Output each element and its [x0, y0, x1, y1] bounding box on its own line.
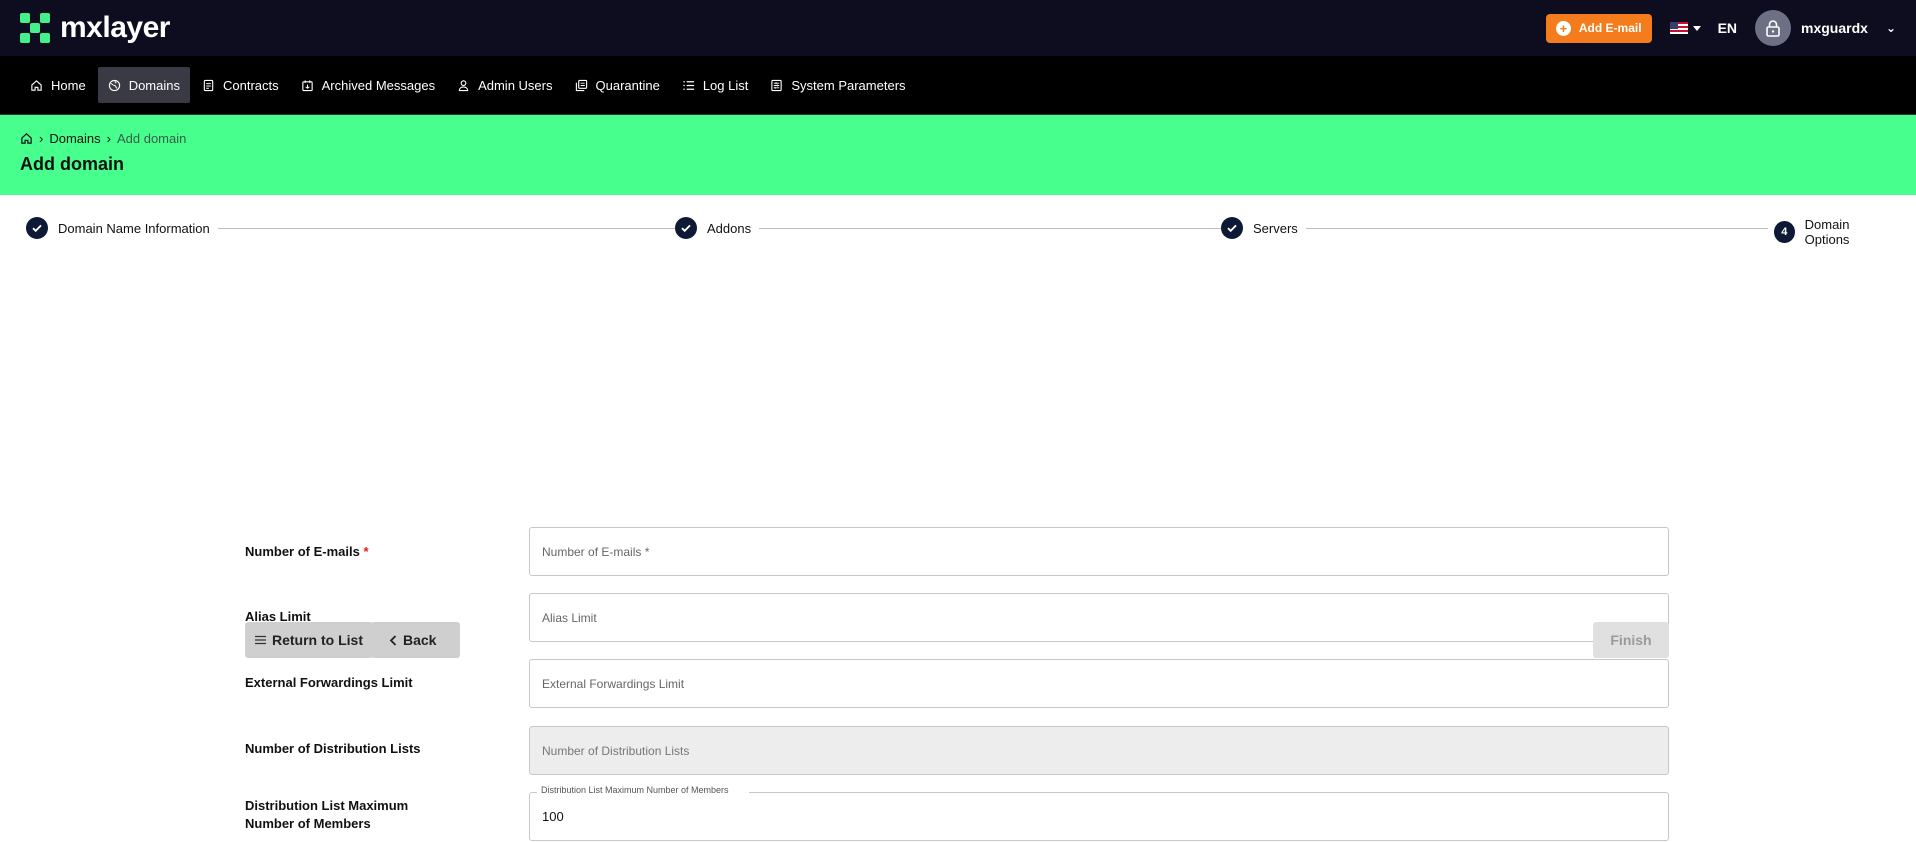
step-connector — [210, 228, 676, 229]
finish-button[interactable]: Finish — [1593, 622, 1669, 658]
logo-mark-icon — [20, 13, 50, 43]
step-connector — [1304, 228, 1790, 229]
form-row-distribution-members: Distribution List Maximum Number of Memb… — [245, 785, 1669, 842]
nav-item-home[interactable]: Home — [20, 67, 96, 103]
field-label: Distribution List Maximum Number of Memb… — [245, 797, 408, 833]
step-label: Servers — [1253, 220, 1298, 236]
language-selector[interactable]: EN — [1669, 20, 1738, 36]
language-code: EN — [1717, 20, 1738, 36]
back-button[interactable]: Back — [371, 622, 460, 658]
nav-item-admin-users[interactable]: Admin Users — [447, 67, 562, 103]
breadcrumb-separator-icon: › — [39, 131, 44, 146]
nav-item-label: Domains — [128, 77, 180, 93]
wizard-stepper: Domain Name Information Addons Servers 4… — [24, 195, 1892, 259]
step-label: Domain Options — [1804, 217, 1850, 247]
breadcrumb-domains-link[interactable]: Domains — [49, 131, 100, 146]
floating-label: Distribution List Maximum Number of Memb… — [537, 785, 749, 795]
form-row-emails: Number of E-mails * Number of E-mails * — [245, 527, 1669, 577]
logo-text: mxlayer — [60, 11, 170, 44]
form-actions: Return to List Back Finish — [245, 622, 1669, 659]
external-forwardings-limit-input[interactable]: External Forwardings Limit — [529, 659, 1669, 708]
return-to-list-button[interactable]: Return to List — [245, 622, 373, 658]
step-domain-options: 4 Domain Options — [1768, 217, 1892, 247]
breadcrumb-separator-icon: › — [106, 131, 111, 146]
document-icon — [203, 79, 214, 91]
archive-icon — [301, 79, 313, 91]
page-title: Add domain — [20, 154, 124, 174]
check-icon — [26, 217, 48, 239]
app-logo[interactable]: mxlayer — [20, 11, 170, 45]
top-bar: mxlayer + Add E-mail EN mxguardx ⌄ — [0, 0, 1916, 56]
step-domain-name-information: Domain Name Information — [26, 217, 218, 239]
nav-item-label: Home — [51, 77, 86, 93]
field-label: Number of Distribution Lists — [245, 741, 421, 756]
home-icon — [31, 79, 42, 91]
breadcrumb-current: Add domain — [116, 131, 187, 146]
nav-item-domains[interactable]: Domains — [97, 67, 190, 103]
step-label: Addons — [707, 220, 752, 236]
form-row-forwardings: External Forwardings Limit External Forw… — [245, 659, 1669, 709]
username: mxguardx — [1801, 20, 1868, 36]
main-nav: Home Domains Contracts Archived Messages… — [0, 56, 1916, 114]
page-header: › Domains › Add domain Add domain — [0, 114, 1916, 195]
add-email-label: Add E-mail — [1578, 21, 1642, 35]
nav-item-label: Archived Messages — [321, 77, 436, 93]
us-flag-icon — [1669, 22, 1688, 34]
avatar — [1755, 10, 1792, 46]
nav-item-label: Log List — [702, 77, 749, 93]
step-addons: Addons — [675, 217, 760, 239]
check-icon — [675, 217, 697, 239]
caret-down-icon — [1692, 25, 1701, 31]
step-connector — [754, 228, 1242, 229]
number-of-emails-input[interactable]: Number of E-mails * — [529, 527, 1669, 576]
check-icon — [1221, 217, 1243, 239]
field-label: Number of E-mails * — [245, 543, 369, 561]
required-marker: * — [363, 544, 369, 559]
add-email-button[interactable]: + Add E-mail — [1545, 13, 1652, 43]
chevron-left-icon — [389, 634, 397, 646]
settings-doc-icon — [771, 79, 783, 91]
nav-item-log-list[interactable]: Log List — [672, 67, 759, 103]
field-label: External Forwardings Limit — [245, 675, 413, 690]
user-menu[interactable]: mxguardx ⌄ — [1755, 10, 1896, 46]
nav-item-label: Quarantine — [595, 77, 660, 93]
nav-item-archived-messages[interactable]: Archived Messages — [291, 67, 445, 103]
number-of-distribution-lists-input: Number of Distribution Lists — [529, 726, 1669, 775]
nav-item-quarantine[interactable]: Quarantine — [565, 67, 670, 103]
chevron-down-icon: ⌄ — [1885, 21, 1896, 35]
step-label: Domain Name Information — [58, 220, 210, 236]
nav-item-system-parameters[interactable]: System Parameters — [760, 67, 915, 103]
step-number: 4 — [1774, 221, 1795, 243]
nav-item-label: Admin Users — [478, 77, 553, 93]
nav-item-contracts[interactable]: Contracts — [192, 67, 289, 103]
field-label-line: Distribution List Maximum — [245, 798, 409, 813]
back-label: Back — [403, 632, 437, 648]
nav-item-label: Contracts — [222, 77, 279, 93]
return-label: Return to List — [272, 632, 363, 648]
globe-icon — [108, 79, 120, 91]
nav-item-label: System Parameters — [791, 77, 906, 93]
step-servers: Servers — [1221, 217, 1306, 239]
breadcrumb: › Domains › Add domain — [20, 131, 1896, 146]
list-icon — [255, 635, 266, 645]
field-label-line: Number of Members — [245, 816, 371, 831]
form-row-distribution-lists: Number of Distribution Lists Number of D… — [245, 726, 1669, 776]
list-icon — [683, 80, 694, 90]
home-icon[interactable] — [20, 132, 33, 145]
user-icon — [458, 79, 469, 91]
lock-icon — [1766, 20, 1780, 37]
distribution-list-max-members-input[interactable]: 100 — [529, 792, 1669, 841]
emails-label-text: Number of E-mails — [245, 544, 360, 559]
quarantine-icon — [575, 79, 587, 91]
plus-circle-icon: + — [1555, 20, 1571, 36]
